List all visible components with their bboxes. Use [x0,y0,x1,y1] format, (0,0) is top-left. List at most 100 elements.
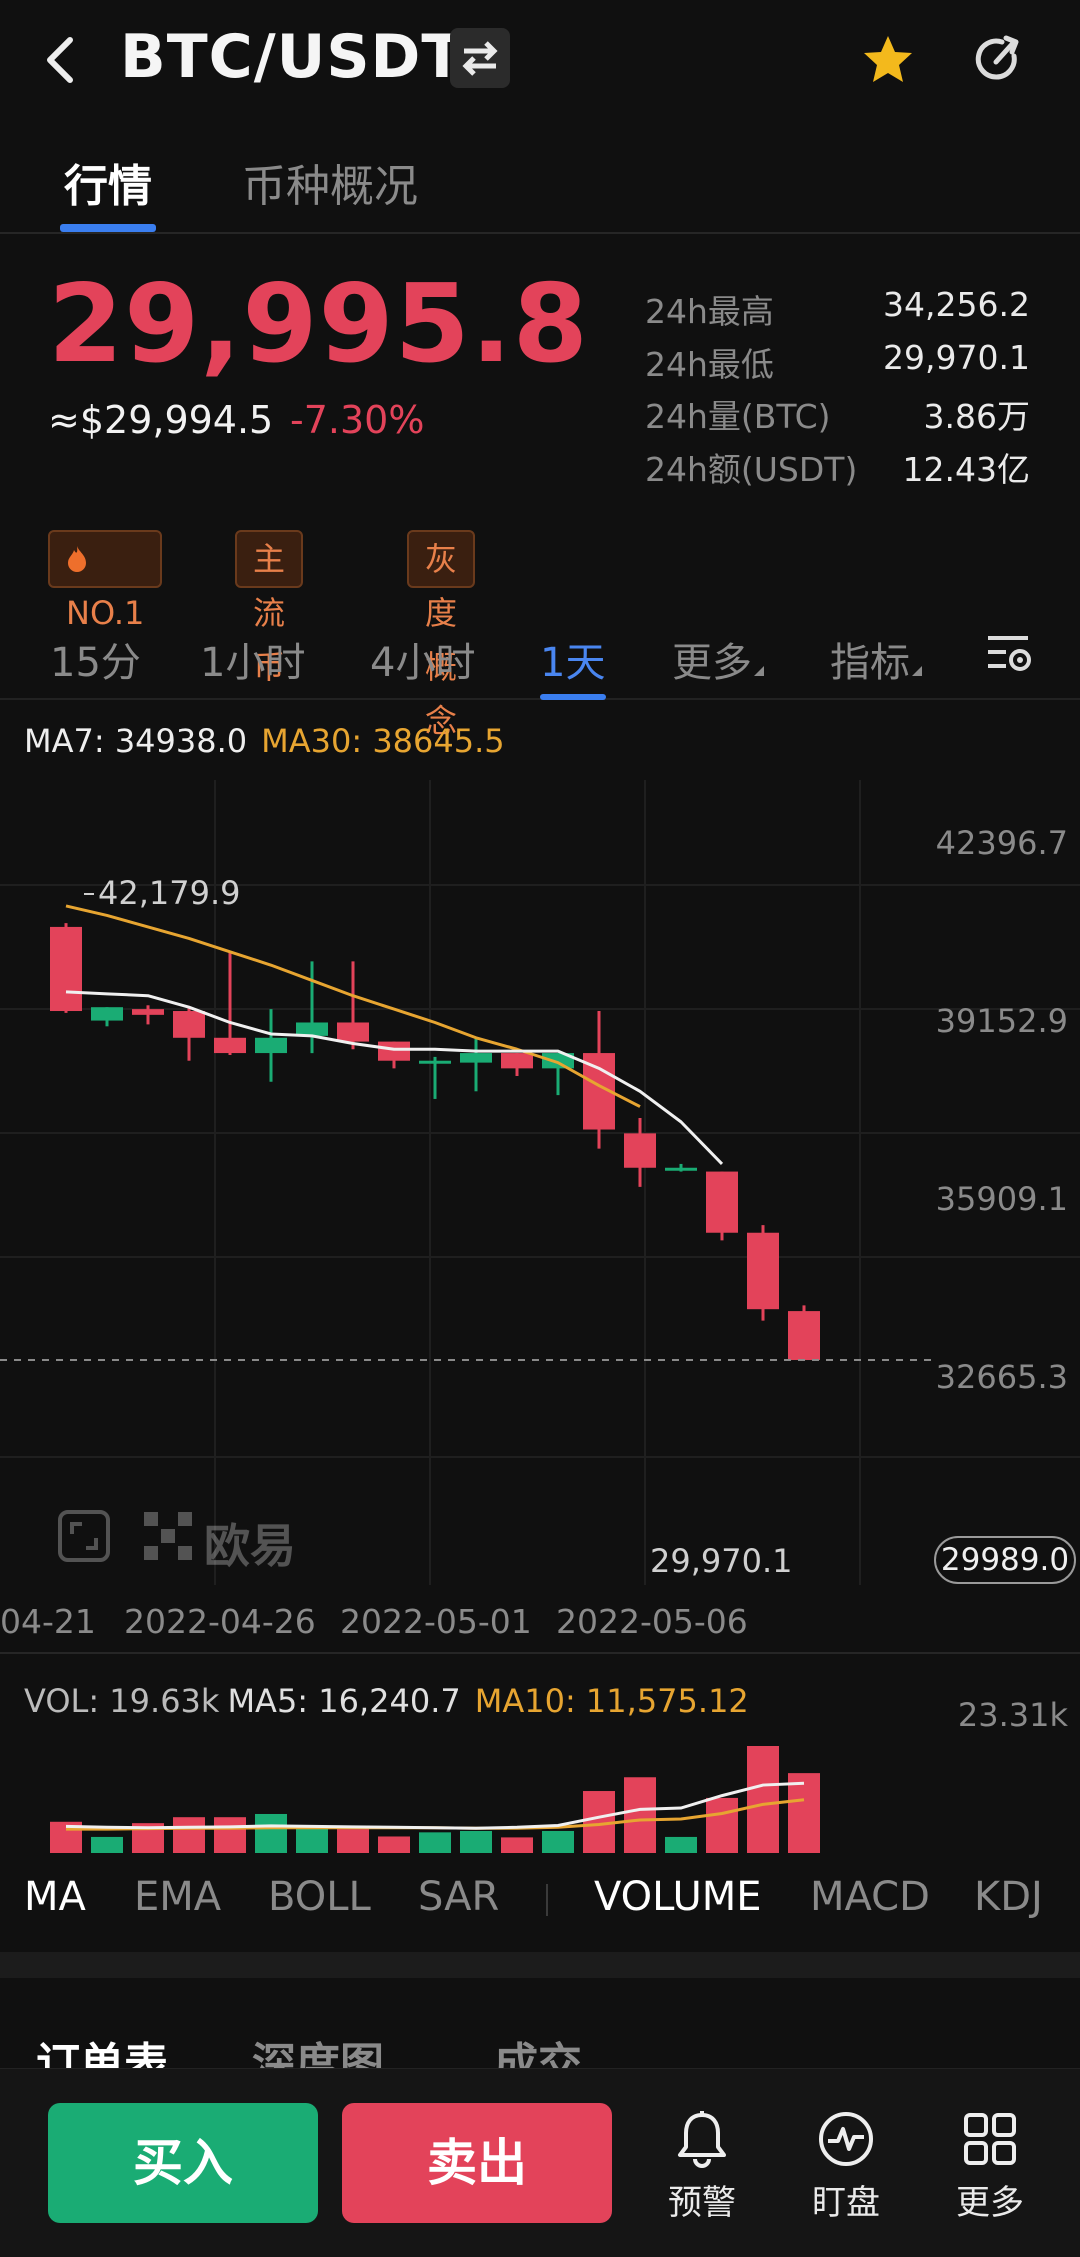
star-icon [864,36,912,82]
ma7-line [65,990,724,1165]
chevron-left-icon [47,37,73,83]
candle-body [50,926,82,1012]
volume-bar [501,1837,533,1853]
volume-bar [665,1836,697,1853]
stat-24h-low: 24h最低 29,970.1 [645,338,1030,391]
volume-bar [378,1836,410,1853]
ma-legend: MA7: 34938.0 MA30: 38645.5 [24,722,505,760]
interval-15m[interactable]: 15分 [50,630,141,688]
stats-panel: 24h最高 34,256.2 24h最低 29,970.1 24h量(BTC) … [645,285,1030,495]
tag-mainstream[interactable]: 主流币 [235,530,304,686]
volume-bar [296,1825,328,1853]
indicator-ma[interactable]: MA [24,1874,86,1920]
volume-bar [173,1817,205,1853]
indicator-volume[interactable]: VOLUME [594,1874,762,1920]
volume-bar [542,1830,574,1853]
stat-24h-high: 24h最高 34,256.2 [645,285,1030,338]
candle-body [501,1053,533,1069]
share-button[interactable] [968,30,1028,90]
tab-order-book[interactable]: 订单表 [36,2028,168,2070]
tag-rank[interactable]: NO.1 [48,530,163,632]
exchange-logo-icon [144,1512,192,1560]
interval-selector: 15分 1小时 4小时 1天 更多 指标 [0,618,1080,700]
bell-icon [678,2111,726,2168]
indicator-macd[interactable]: MACD [810,1874,930,1920]
indicator-menu[interactable]: 指标 [830,630,922,688]
candle-body [419,1060,451,1064]
more-label: 更多 [956,2183,1024,2223]
stat-label: 24h最高 [645,292,774,331]
grid-icon [964,2113,1016,2165]
stat-value: 29,970.1 [883,337,1030,377]
x-axis-tick: 04-21 [0,1602,96,1641]
candle-body [91,1007,123,1021]
order-book-tabs: 订单表 深度图 成交 [0,1980,1080,2070]
interval-more[interactable]: 更多 [672,630,764,688]
alert-button[interactable]: 预警 [647,2109,757,2224]
candle-body [214,1037,246,1054]
back-button[interactable] [38,28,88,92]
volume-bar [706,1797,738,1853]
favorite-button[interactable] [858,30,918,90]
volume-ma5: MA5: 16,240.7 [227,1682,461,1720]
x-axis-tick: 2022-05-06 [556,1602,748,1641]
interval-4h[interactable]: 4小时 [370,630,475,688]
volume-bar [337,1829,369,1853]
watch-label: 盯盘 [812,2183,880,2223]
price-change-percent: -7.30% [290,398,425,442]
stat-24h-volume: 24h量(BTC) 3.86万 [645,390,1030,443]
volume-bar [419,1832,451,1853]
volume-ma10: MA10: 11,575.12 [474,1682,749,1720]
watermark-text: 欧易 [204,1519,296,1573]
exchange-watermark: 欧易 [56,1508,316,1573]
high-price-marker: 42,179.9 [98,874,241,912]
volume-bar [255,1813,287,1853]
expand-icon [58,1510,110,1562]
interval-more-label: 更多 [672,640,752,686]
volume-max-label: 23.31k [957,1696,1068,1734]
candle-body [624,1133,656,1168]
indicator-ema[interactable]: EMA [134,1874,221,1920]
more-button[interactable]: 更多 [935,2109,1045,2224]
swap-icon [462,41,498,76]
stat-label: 24h最低 [645,344,774,384]
chart-settings-button[interactable] [984,628,1036,680]
y-axis-tick: 42396.7 [935,824,1068,862]
candle-body [337,1022,369,1042]
interval-1d[interactable]: 1天 [540,630,605,688]
volume-value: VOL: 19.63k [24,1682,220,1720]
interval-1h[interactable]: 1小时 [200,630,305,688]
last-price-tag[interactable]: 29989.0 [934,1536,1076,1584]
stat-value: 12.43亿 [902,449,1030,489]
tab-depth-chart[interactable]: 深度图 [252,2028,384,2070]
ma30-value: MA30: 38645.5 [261,722,505,760]
buy-button[interactable]: 买入 [48,2103,318,2223]
stat-value: 3.86万 [923,397,1030,436]
volume-bar [214,1817,246,1853]
candle-body [173,1011,205,1038]
tab-market[interactable]: 行情 [64,150,152,214]
fire-icon [68,546,86,572]
main-tabs: 行情 币种概况 [0,130,1080,234]
candle-body [460,1053,492,1063]
tab-trades[interactable]: 成交 [494,2028,582,2070]
sell-button[interactable]: 卖出 [342,2103,612,2223]
kline-chart[interactable]: MA7: 34938.0 MA30: 38645.5 42396.7 39152.… [0,700,1080,1860]
stat-label: 24h量(BTC) [645,397,831,436]
pair-title[interactable]: BTC/USDT [120,22,463,92]
indicator-kdj[interactable]: KDJ [974,1874,1043,1920]
last-price: 29,995.8 [48,262,589,387]
swap-pair-button[interactable] [450,28,510,88]
tag-grayscale[interactable]: 灰度概念 [407,530,476,740]
watch-button[interactable]: 盯盘 [791,2109,901,2224]
indicator-sar[interactable]: SAR [418,1874,499,1920]
candle-body [132,1009,164,1015]
y-axis-tick: 32665.3 [935,1358,1068,1396]
indicator-boll[interactable]: BOLL [268,1874,371,1920]
candle-body [706,1171,738,1233]
indicator-divider [546,1884,548,1916]
tab-coin-overview[interactable]: 币种概况 [242,150,418,214]
dropdown-triangle-icon [754,666,764,676]
y-axis-tick: 39152.9 [935,1002,1068,1040]
stat-value: 34,256.2 [883,285,1030,324]
